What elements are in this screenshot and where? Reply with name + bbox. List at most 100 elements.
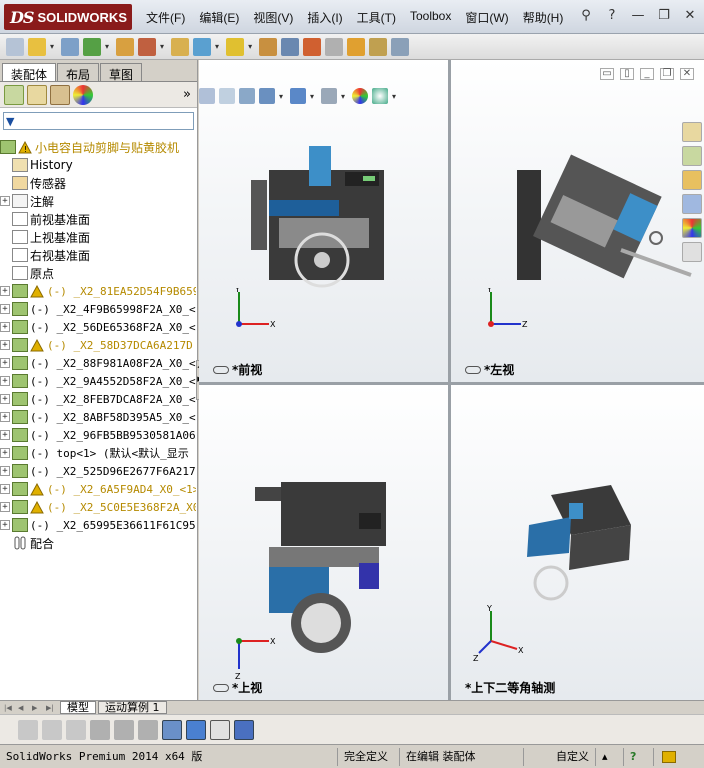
more-tabs-icon[interactable]: » xyxy=(183,87,191,102)
configuration-manager-icon[interactable] xyxy=(50,84,70,105)
rebuild-icon[interactable] xyxy=(42,719,62,740)
move-component-icon[interactable] xyxy=(138,37,157,56)
tree-node-fixed[interactable]: 右视基准面 xyxy=(0,246,196,264)
expand-icon[interactable]: + xyxy=(0,430,10,440)
insert-component-icon[interactable] xyxy=(6,37,24,56)
tree-node-component[interactable]: + (-) _X2_65995E36611F61C956 xyxy=(0,516,196,534)
view-palette-icon[interactable] xyxy=(682,194,702,214)
tag-icon[interactable] xyxy=(662,750,676,763)
save-view-icon[interactable] xyxy=(234,719,254,740)
expand-icon[interactable]: + xyxy=(0,322,10,332)
expand-icon[interactable]: + xyxy=(0,466,10,476)
reference-geometry-icon[interactable] xyxy=(226,37,245,56)
expand-icon[interactable]: + xyxy=(0,394,10,404)
menu-help[interactable]: 帮助(H) xyxy=(523,9,564,26)
restore-button[interactable]: ❐ xyxy=(656,8,672,23)
close-button[interactable]: ✕ xyxy=(682,8,698,23)
tab-motion-study-1[interactable]: 运动算例 1 xyxy=(98,701,167,714)
custom-properties-icon[interactable] xyxy=(682,242,702,262)
expand-icon[interactable]: + xyxy=(0,358,10,368)
tab-first-icon[interactable]: |◀ xyxy=(4,704,16,712)
viewport-left[interactable]: ▭ ▯ _ ❐ ✕ Y Z *左视 xyxy=(451,60,704,382)
search-commands-icon[interactable]: ⚲ xyxy=(578,8,594,23)
tree-node-fixed[interactable]: History xyxy=(0,156,196,174)
tree-node-component[interactable]: + (-) _X2_81EA52D54F9B659 xyxy=(0,282,196,300)
tree-node-fixed[interactable]: 前视基准面 xyxy=(0,210,196,228)
tree-node-component[interactable]: + (-) _X2_58D37DCA6A217D xyxy=(0,336,196,354)
tree-node-component[interactable]: + (-) _X2_525D96E2677F6A217D xyxy=(0,462,196,480)
expand-icon[interactable]: + xyxy=(0,484,10,494)
help-icon[interactable]: ? xyxy=(604,8,620,23)
menu-insert[interactable]: 插入(I) xyxy=(307,9,342,26)
expand-icon[interactable]: + xyxy=(0,304,10,314)
tab-sketch[interactable]: 草图 xyxy=(100,63,143,82)
link-views-icon[interactable] xyxy=(213,683,229,692)
tree-node-component[interactable]: + (-) _X2_9A4552D58F2A_X0_< xyxy=(0,372,196,390)
step-layout-icon[interactable] xyxy=(162,719,182,740)
status-units[interactable]: 自定义 xyxy=(524,747,596,766)
design-library-icon[interactable] xyxy=(682,146,702,166)
viewport-top[interactable]: Z X *上视 xyxy=(199,385,448,700)
interference-detection-icon[interactable] xyxy=(347,37,366,56)
linear-pattern-icon[interactable] xyxy=(83,37,102,56)
tree-node-component[interactable]: + (-) top<1> (默认<默认_显示 xyxy=(0,444,196,462)
tab-prev-icon[interactable]: ◀ xyxy=(18,704,30,712)
instant3d-icon[interactable] xyxy=(391,37,410,56)
appearances-icon[interactable] xyxy=(682,218,702,238)
new-motion-study-icon[interactable] xyxy=(259,37,278,56)
tree-node-fixed[interactable]: 上视基准面 xyxy=(0,228,196,246)
edit-part-icon[interactable] xyxy=(18,719,38,740)
bill-of-materials-icon[interactable] xyxy=(281,37,300,56)
mate-icon[interactable] xyxy=(28,37,46,56)
solidworks-logo[interactable]: DS SOLIDWORKS xyxy=(4,4,132,30)
tab-last-icon[interactable]: ▶| xyxy=(46,704,58,712)
explode-line-sketch-icon[interactable] xyxy=(325,37,344,56)
link-views-icon[interactable] xyxy=(465,365,481,374)
tree-node-component[interactable]: + (-) _X2_56DE65368F2A_X0_< xyxy=(0,318,196,336)
list-view-icon[interactable] xyxy=(90,719,110,740)
tab-assembly[interactable]: 装配体 xyxy=(2,63,57,82)
tree-root-assembly[interactable]: ! 小电容自动剪脚与贴黄胶机 xyxy=(0,138,196,156)
solidworks-resources-icon[interactable] xyxy=(682,122,702,142)
tree-node-fixed[interactable]: 原点 xyxy=(0,264,196,282)
tree-filter-input[interactable]: ▼ xyxy=(3,112,194,130)
paperclip-icon[interactable] xyxy=(61,37,80,56)
tab-layout[interactable]: 布局 xyxy=(57,63,100,82)
tree-node-component[interactable]: + (-) _X2_8ABF58D395A5_X0_< xyxy=(0,408,196,426)
tree-node-component[interactable]: + (-) _X2_96FB5BB9530581A06A xyxy=(0,426,196,444)
tree-node-mates[interactable]: 配合 xyxy=(0,534,196,552)
expand-icon[interactable]: + xyxy=(0,412,10,422)
tree-node-component[interactable]: + (-) _X2_4F9B65998F2A_X0_<1 xyxy=(0,300,196,318)
minimize-button[interactable]: — xyxy=(630,8,646,23)
align-icon[interactable] xyxy=(138,719,158,740)
tree-node-component[interactable]: + (-) _X2_8FEB7DCA8F2A_X0_< xyxy=(0,390,196,408)
tab-next-icon[interactable]: ▶ xyxy=(32,704,44,712)
menu-file[interactable]: 文件(F) xyxy=(146,9,185,26)
menu-view[interactable]: 视图(V) xyxy=(253,9,293,26)
assembly-features-icon[interactable] xyxy=(193,37,212,56)
menu-tools[interactable]: 工具(T) xyxy=(357,9,396,26)
expand-icon[interactable]: + xyxy=(0,520,10,530)
tree-node-fixed[interactable]: 传感器 xyxy=(0,174,196,192)
exploded-view-icon[interactable] xyxy=(303,37,322,56)
expand-icon[interactable]: + xyxy=(0,448,10,458)
show-hidden-icon[interactable] xyxy=(171,37,190,56)
expand-icon[interactable]: + xyxy=(0,502,10,512)
tab-model[interactable]: 模型 xyxy=(60,701,96,714)
property-manager-icon[interactable] xyxy=(27,84,47,105)
sketch-icon[interactable] xyxy=(66,719,86,740)
graphics-area[interactable]: ▾ ▾ ▾ ▾ Y X *前视 ▭ ▯ _ ❐ ✕ Y Z *左视 Z X *上… xyxy=(199,60,704,700)
expand-icon[interactable]: + xyxy=(0,376,10,386)
grid-view-icon[interactable] xyxy=(114,719,134,740)
tree-node-component[interactable]: + (-) _X2_6A5F9AD4_X0_<1> xyxy=(0,480,196,498)
viewport-isometric[interactable]: Y X Z *上下二等角轴测 xyxy=(451,385,704,700)
expand-icon[interactable]: + xyxy=(0,340,10,350)
expand-icon[interactable]: + xyxy=(0,196,10,206)
file-explorer-icon[interactable] xyxy=(682,170,702,190)
menu-window[interactable]: 窗口(W) xyxy=(465,9,508,26)
display-manager-icon[interactable] xyxy=(73,84,93,105)
tree-node-component[interactable]: + (-) _X2_88F981A08F2A_X0_< xyxy=(0,354,196,372)
viewport-front[interactable]: ▾ ▾ ▾ ▾ Y X *前视 xyxy=(199,60,448,382)
link-views-icon[interactable] xyxy=(213,365,229,374)
clearance-verification-icon[interactable] xyxy=(369,37,388,56)
